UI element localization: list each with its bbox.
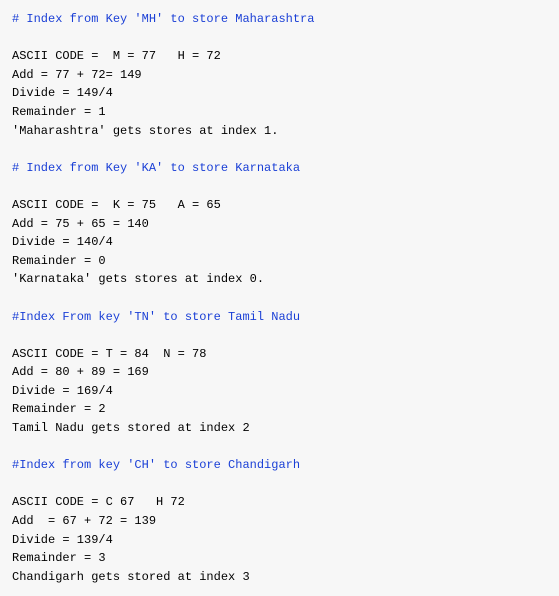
code-line: Add = 80 + 89 = 169 (12, 365, 149, 379)
code-line: ASCII CODE = K = 75 A = 65 (12, 198, 221, 212)
comment-tn: #Index From key 'TN' to store Tamil Nadu (12, 310, 300, 324)
code-line: Add = 67 + 72 = 139 (12, 514, 156, 528)
code-line: Add = 75 + 65 = 140 (12, 217, 149, 231)
code-line: Remainder = 2 (12, 402, 106, 416)
comment-mh: # Index from Key 'MH' to store Maharasht… (12, 12, 314, 26)
code-line: Remainder = 3 (12, 551, 106, 565)
code-line: ASCII CODE = C 67 H 72 (12, 495, 185, 509)
code-line: 'Maharashtra' gets stores at index 1. (12, 124, 278, 138)
comment-ka: # Index from Key 'KA' to store Karnataka (12, 161, 300, 175)
code-line: 'Karnataka' gets stores at index 0. (12, 272, 264, 286)
code-line: Remainder = 1 (12, 105, 106, 119)
code-line: ASCII CODE = T = 84 N = 78 (12, 347, 206, 361)
code-line: Divide = 149/4 (12, 86, 113, 100)
code-line: Divide = 169/4 (12, 384, 113, 398)
code-line: Tamil Nadu gets stored at index 2 (12, 421, 250, 435)
comment-ch: #Index from key 'CH' to store Chandigarh (12, 458, 300, 472)
code-line: Add = 77 + 72= 149 (12, 68, 142, 82)
code-line: ASCII CODE = M = 77 H = 72 (12, 49, 221, 63)
code-line: Remainder = 0 (12, 254, 106, 268)
code-line: Chandigarh gets stored at index 3 (12, 570, 250, 584)
code-line: Divide = 139/4 (12, 533, 113, 547)
code-block: # Index from Key 'MH' to store Maharasht… (0, 0, 559, 596)
code-line: Divide = 140/4 (12, 235, 113, 249)
